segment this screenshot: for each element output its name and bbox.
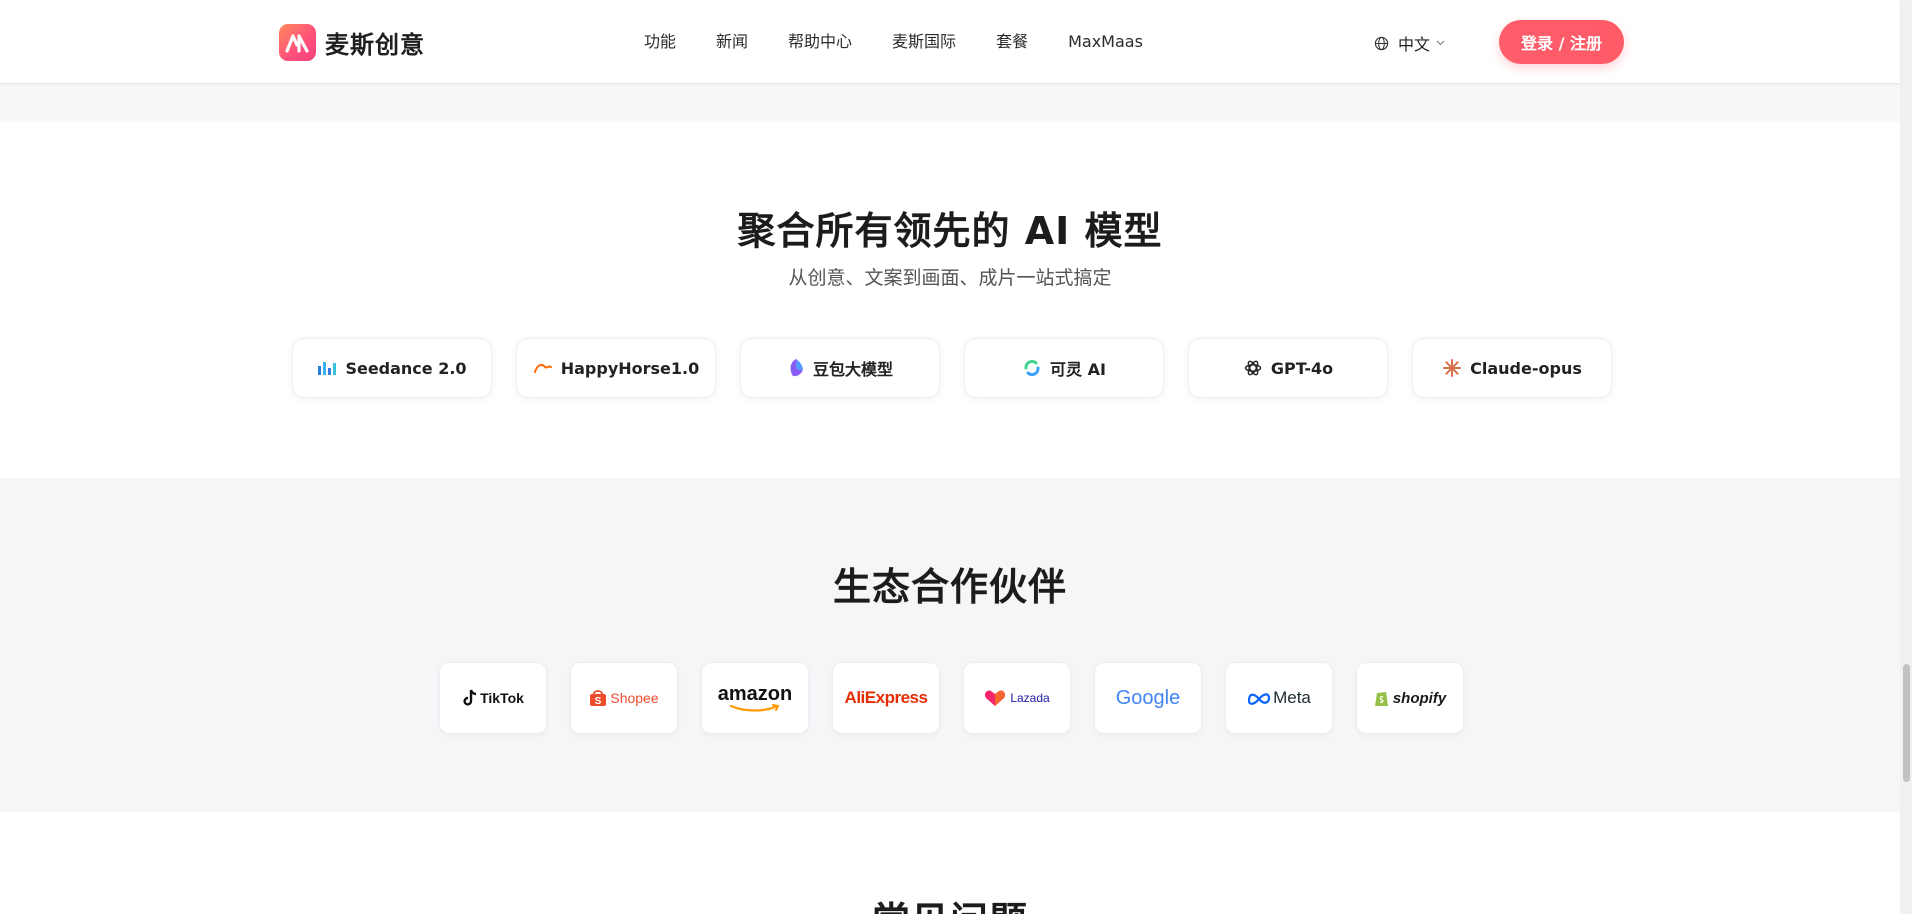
partner-card-shopee[interactable]: S Shopee (570, 662, 678, 734)
model-name: Claude-opus (1470, 358, 1582, 378)
seedance-icon (317, 360, 337, 376)
nav-item-international[interactable]: 麦斯国际 (892, 30, 956, 54)
models-subtitle: 从创意、文案到画面、成片一站式搞定 (788, 267, 1112, 289)
nav-item-news[interactable]: 新闻 (716, 30, 748, 54)
partners-title: 生态合作伙伴 (832, 565, 1067, 609)
tiktok-logo: TikTok (462, 689, 524, 707)
partner-name: shopify (1392, 689, 1447, 707)
lazada-logo: Lazada (984, 689, 1050, 707)
partner-card-meta[interactable]: Meta (1225, 662, 1333, 734)
logo-icon (279, 24, 316, 61)
partner-card-amazon[interactable]: amazon (701, 662, 809, 734)
aliexpress-logo: AliExpress (845, 688, 928, 708)
top-header: 麦斯创意 功能 新闻 帮助中心 麦斯国际 套餐 MaxMaas 中文 登录 / … (0, 0, 1900, 84)
partner-name: Meta (1273, 688, 1311, 707)
partner-name: AliExpress (844, 688, 928, 707)
partner-card-tiktok[interactable]: TikTok (439, 662, 547, 734)
model-name: 可灵 AI (1050, 360, 1106, 379)
partner-name: TikTok (480, 690, 524, 706)
amazon-logo: amazon (718, 684, 792, 712)
model-card-claude[interactable]: Claude-opus (1412, 338, 1612, 398)
language-label: 中文 (1398, 35, 1431, 54)
model-card-kling[interactable]: 可灵 AI (964, 338, 1164, 398)
svg-text:S: S (595, 696, 602, 707)
partner-list: TikTok S Shopee amazon AliExpress Lazada… (439, 662, 1464, 734)
partner-card-lazada[interactable]: Lazada (963, 662, 1071, 734)
model-list: Seedance 2.0 HappyHorse1.0 豆包大模型 可灵 AI G… (292, 338, 1612, 398)
partner-name: Lazada (1010, 691, 1050, 705)
model-name: HappyHorse1.0 (560, 358, 700, 378)
nav-item-maxmaas[interactable]: MaxMaas (1068, 30, 1143, 54)
brand-logo[interactable]: 麦斯创意 (279, 24, 425, 61)
model-name: Seedance 2.0 (345, 358, 467, 378)
partner-card-aliexpress[interactable]: AliExpress (832, 662, 940, 734)
partner-name: Shopee (610, 690, 659, 706)
nav-item-features[interactable]: 功能 (644, 30, 676, 54)
partners-section: 生态合作伙伴 TikTok S Shopee amazon AliExpress… (0, 478, 1900, 812)
partner-name: Google (1115, 686, 1181, 709)
doubao-icon (787, 358, 805, 378)
partner-card-google[interactable]: Google (1094, 662, 1202, 734)
partner-name: amazon (717, 683, 793, 705)
brand-name: 麦斯创意 (325, 31, 425, 59)
scrollbar-thumb[interactable] (1903, 664, 1910, 782)
chevron-down-icon (1436, 40, 1445, 46)
section-divider (0, 84, 1900, 122)
page: 麦斯创意 功能 新闻 帮助中心 麦斯国际 套餐 MaxMaas 中文 登录 / … (0, 0, 1912, 914)
language-selector[interactable]: 中文 (1374, 31, 1454, 55)
model-card-happyhorse[interactable]: HappyHorse1.0 (516, 338, 716, 398)
nav-item-pricing[interactable]: 套餐 (996, 30, 1028, 54)
shopify-logo: shopify (1374, 689, 1446, 707)
globe-icon (1374, 36, 1389, 50)
model-card-seedance[interactable]: Seedance 2.0 (292, 338, 492, 398)
model-name: 豆包大模型 (812, 360, 893, 379)
google-logo: Google (1116, 687, 1181, 710)
shopee-logo: S Shopee (589, 689, 659, 707)
faq-section: 常见问题 (0, 812, 1900, 914)
partner-card-shopify[interactable]: shopify (1356, 662, 1464, 734)
model-card-gpt4o[interactable]: GPT-4o (1188, 338, 1388, 398)
models-title: 聚合所有领先的 AI 模型 (737, 209, 1163, 253)
model-card-doubao[interactable]: 豆包大模型 (740, 338, 940, 398)
happyhorse-icon (533, 361, 553, 375)
claude-icon (1442, 358, 1462, 378)
faq-title: 常见问题 (0, 890, 1900, 914)
ai-models-section: 聚合所有领先的 AI 模型 从创意、文案到画面、成片一站式搞定 Seedance… (0, 122, 1900, 478)
model-name: GPT-4o (1270, 358, 1334, 378)
meta-logo: Meta (1247, 688, 1311, 708)
openai-icon (1243, 358, 1263, 378)
kling-icon (1022, 358, 1042, 378)
main-nav: 功能 新闻 帮助中心 麦斯国际 套餐 MaxMaas (644, 30, 1143, 54)
login-register-button[interactable]: 登录 / 注册 (1499, 20, 1624, 64)
nav-item-help-center[interactable]: 帮助中心 (788, 30, 852, 54)
